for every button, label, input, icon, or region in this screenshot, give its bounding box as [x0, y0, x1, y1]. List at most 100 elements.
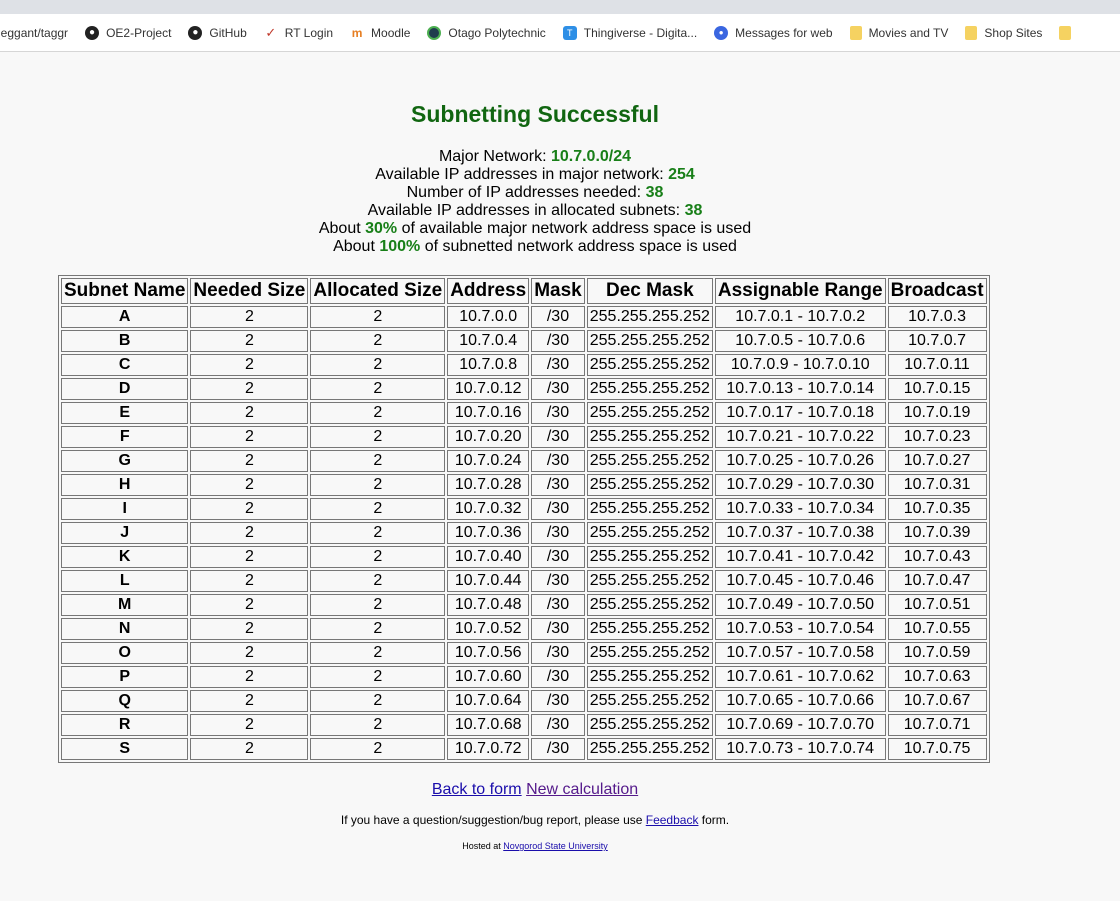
table-row: M 2 2 10.7.0.48/30 255.255.255.252 10.7.0.49 … [61, 594, 987, 616]
extension-icon[interactable] [1094, 0, 1108, 14]
table-cell: 2 [190, 498, 309, 520]
table-cell: 2 [190, 666, 309, 688]
table-row: N 2 2 10.7.0.52/30 255.255.255.252 10.7.0.53 … [61, 618, 987, 640]
stats-summary: Major Network: 10.7.0.0/24 Available IP … [0, 148, 1070, 256]
table-cell: 255.255.255.252 [586, 666, 713, 688]
table-cell: 10.7.0.36 [447, 522, 530, 544]
column-header: Subnet Name [61, 278, 189, 304]
table-row: O 2 2 10.7.0.56/30 255.255.255.252 10.7.0.57 … [61, 642, 987, 664]
table-cell: 10.7.0.21 - 10.7.0.22 [714, 426, 886, 448]
table-cell: 10.7.0.75 [887, 738, 987, 760]
table-cell: 2 [310, 546, 446, 568]
bookmark-overflow[interactable] [1059, 25, 1072, 40]
bookmark-star-icon[interactable] [950, 0, 964, 14]
table-cell: 10.7.0.64 [447, 690, 530, 712]
hosted-link[interactable]: Novgorod State University [503, 841, 608, 851]
table-cell: 10.7.0.51 [887, 594, 987, 616]
table-cell: 255.255.255.252 [586, 522, 713, 544]
table-cell: /30 [531, 546, 585, 568]
table-cell: 10.7.0.17 - 10.7.0.18 [714, 402, 886, 424]
bookmark-moodle[interactable]: m Moodle [350, 26, 411, 40]
new-calculation-link[interactable]: New calculation [526, 781, 638, 798]
table-cell: /30 [531, 690, 585, 712]
feedback-suffix: form. [698, 813, 730, 827]
table-cell: 2 [190, 426, 309, 448]
table-cell: /30 [531, 450, 585, 472]
table-cell: M [61, 594, 189, 616]
table-cell: R [61, 714, 189, 736]
table-cell: 10.7.0.55 [887, 618, 987, 640]
bookmark-label: RT Login [284, 25, 334, 40]
stat-label: of available major network address space… [397, 220, 752, 237]
bookmark-github[interactable]: ● GitHub [188, 25, 247, 40]
table-cell: 255.255.255.252 [586, 642, 713, 664]
table-row: J 2 2 10.7.0.36/30 255.255.255.252 10.7.0.37 … [61, 522, 987, 544]
bookmark-rt-login[interactable]: ✓ RT Login [264, 25, 334, 40]
table-cell: 10.7.0.39 [887, 522, 987, 544]
table-cell: 10.7.0.73 - 10.7.0.74 [714, 738, 886, 760]
toolbar-icons [914, 0, 1120, 14]
bookmark-thingiverse[interactable]: T Thingiverse - Digita... [562, 25, 697, 40]
bookmark-oe2-project[interactable]: ● OE2-Project [85, 25, 171, 40]
table-cell: Q [61, 690, 189, 712]
table-row: H 2 2 10.7.0.28/30 255.255.255.252 10.7.0.29 … [61, 474, 987, 496]
bookmark-folder-shop[interactable]: Shop Sites [965, 25, 1042, 40]
table-cell: 10.7.0.43 [887, 546, 987, 568]
table-cell: 255.255.255.252 [586, 570, 713, 592]
bookmark-leggant[interactable]: leggant/taggr [0, 26, 68, 40]
stat-major-network: Major Network: 10.7.0.0/24 [0, 148, 1070, 166]
table-cell: H [61, 474, 189, 496]
table-cell: 2 [190, 306, 309, 328]
table-cell: 2 [310, 426, 446, 448]
bookmark-folder-movies[interactable]: Movies and TV [849, 25, 948, 40]
extension-icon[interactable] [1022, 0, 1036, 14]
table-cell: J [61, 522, 189, 544]
table-cell: 2 [190, 642, 309, 664]
stat-value: 38 [684, 202, 703, 219]
table-cell: 10.7.0.37 - 10.7.0.38 [714, 522, 886, 544]
table-cell: /30 [531, 666, 585, 688]
table-cell: /30 [531, 498, 585, 520]
table-cell: 255.255.255.252 [586, 450, 713, 472]
table-row: S 2 2 10.7.0.72/30 255.255.255.252 10.7.0.73 … [61, 738, 987, 760]
table-cell: 10.7.0.28 [447, 474, 530, 496]
github-icon: ● [188, 25, 203, 40]
stat-value: 10.7.0.0/24 [550, 148, 632, 165]
table-cell: 10.7.0.44 [447, 570, 530, 592]
table-cell: 10.7.0.7 [887, 330, 987, 352]
stat-label: of subnetted network address space is us… [420, 238, 737, 255]
table-cell: 2 [310, 738, 446, 760]
bookmark-otago[interactable]: Otago Polytechnic [427, 25, 546, 40]
feedback-link[interactable]: Feedback [646, 813, 699, 827]
camera-icon[interactable] [986, 0, 1000, 14]
table-cell: 2 [190, 450, 309, 472]
table-cell: E [61, 402, 189, 424]
table-cell: 2 [190, 618, 309, 640]
table-cell: I [61, 498, 189, 520]
table-cell: 10.7.0.15 [887, 378, 987, 400]
share-icon[interactable] [914, 0, 928, 14]
bookmark-messages[interactable]: ● Messages for web [714, 25, 833, 40]
table-cell: 2 [190, 522, 309, 544]
table-cell: A [61, 306, 189, 328]
table-cell: 10.7.0.60 [447, 666, 530, 688]
extension-icon[interactable] [1058, 0, 1072, 14]
table-cell: 2 [190, 594, 309, 616]
table-cell: /30 [531, 474, 585, 496]
bookmark-label: Otago Polytechnic [448, 25, 546, 40]
table-body: A 2 2 10.7.0.0/30 255.255.255.252 10.7.0.1 - … [61, 306, 987, 760]
table-cell: 10.7.0.3 [887, 306, 987, 328]
table-cell: 2 [310, 474, 446, 496]
table-cell: 10.7.0.69 - 10.7.0.70 [714, 714, 886, 736]
table-cell: 10.7.0.45 - 10.7.0.46 [714, 570, 886, 592]
back-to-form-link[interactable]: Back to form [432, 781, 522, 798]
table-cell: 255.255.255.252 [586, 330, 713, 352]
table-cell: 10.7.0.67 [887, 690, 987, 712]
subnet-table: Subnet Name Needed Size Allocated Size Addr… [58, 275, 990, 763]
table-cell: 2 [190, 378, 309, 400]
table-cell: /30 [531, 642, 585, 664]
table-row: C 2 2 10.7.0.8/30 255.255.255.252 10.7.0.9 - … [61, 354, 987, 376]
browser-top-strip [0, 0, 1120, 14]
table-cell: 2 [190, 690, 309, 712]
page-title: Subnetting Successful [411, 101, 659, 127]
